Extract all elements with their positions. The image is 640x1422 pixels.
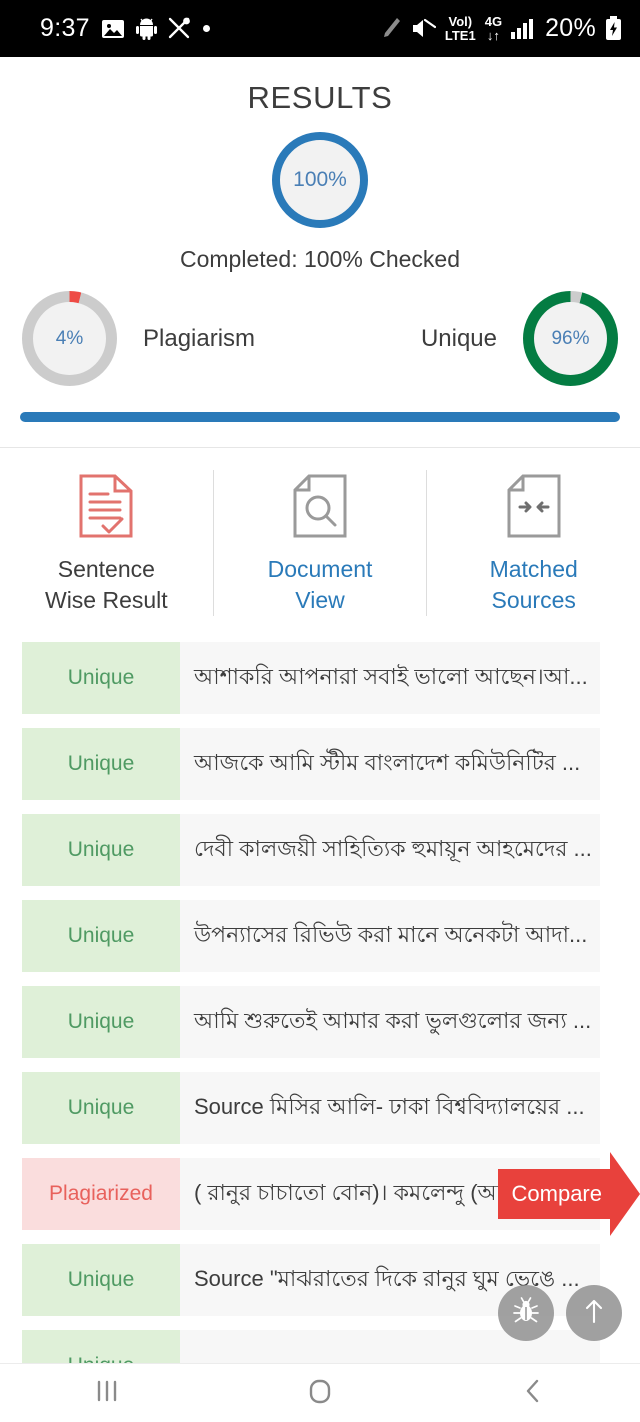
battery-percent: 20%: [545, 14, 596, 42]
battery-charging-icon: [605, 16, 622, 41]
plagiarism-label: Plagiarism: [143, 324, 256, 352]
home-button[interactable]: [213, 1377, 426, 1410]
arrow-up-icon: [581, 1297, 607, 1330]
document-arrows-icon: [507, 470, 561, 542]
volte-indicator: Vol) LTE1: [445, 15, 476, 42]
document-check-icon: [79, 470, 133, 542]
data-arrows: ↓↑: [486, 27, 500, 43]
page-title: RESULTS: [247, 80, 393, 115]
signal-bars-icon: [511, 18, 536, 40]
tab-label-line1: Document: [267, 556, 373, 582]
overall-progress-ring-wrapper: 100%: [0, 132, 640, 228]
results-content: RESULTS 100% Completed: 100% Checked 4% …: [0, 57, 640, 1363]
network-indicator: 4G ↓↑: [485, 15, 502, 42]
android-navigation-bar: [0, 1363, 640, 1422]
tab-label-line2: Sources: [491, 587, 576, 613]
status-badge: Unique: [22, 1330, 180, 1363]
back-button[interactable]: [427, 1377, 640, 1410]
table-row[interactable]: Unique Source মিসির আলি- ঢাকা বিশ্ববিদ্য…: [22, 1072, 600, 1144]
home-icon: [306, 1377, 334, 1410]
compare-button[interactable]: Compare: [497, 1152, 640, 1236]
status-bar-left: 9:37: [40, 14, 210, 43]
document-search-icon: [293, 470, 347, 542]
back-chevron-icon: [520, 1377, 546, 1410]
table-row[interactable]: Unique আশাকরি আপনারা সবাই ভালো আছেন।আ...: [22, 642, 600, 714]
unique-label: Unique: [420, 324, 497, 352]
sentence-text: আশাকরি আপনারা সবাই ভালো আছেন।আ...: [194, 663, 588, 689]
status-bar-right: Vol) LTE1 4G ↓↑ 20%: [381, 14, 622, 43]
pencil-icon: [381, 17, 401, 40]
unique-percent: 96%: [551, 327, 590, 349]
status-badge: Unique: [22, 728, 180, 800]
tab-document-view-label: Document View: [268, 554, 373, 616]
status-bar: 9:37 Vol) LTE1 4G ↓↑ 20%: [0, 0, 640, 57]
overall-progress-value: 100%: [293, 168, 347, 191]
scissors-icon: [168, 17, 192, 40]
sentence-result-list[interactable]: Unique আশাকরি আপনারা সবাই ভালো আছেন।আ...…: [0, 642, 640, 1363]
completed-status-text: Completed: 100% Checked: [180, 246, 460, 272]
progress-bar: [20, 412, 620, 422]
sentence-text: Source মিসির আলি- ঢাকা বিশ্ববিদ্যালয়ের …: [194, 1093, 585, 1119]
recents-button[interactable]: [0, 1377, 213, 1410]
mute-icon: [410, 17, 436, 40]
image-icon: [101, 18, 125, 40]
plagiarism-percent: 4%: [55, 327, 84, 349]
compare-button-label: Compare: [497, 1169, 610, 1219]
status-time: 9:37: [40, 14, 90, 42]
tab-sentence-wise-result-label: Sentence Wise Result: [45, 554, 168, 616]
tab-label-line1: Matched: [489, 556, 578, 582]
volte-line2: LTE1: [444, 27, 476, 43]
bug-icon: [511, 1296, 541, 1331]
tab-sentence-wise-result[interactable]: Sentence Wise Result: [0, 470, 213, 616]
status-badge: Unique: [22, 1072, 180, 1144]
unique-stat: Unique 96%: [421, 291, 618, 386]
status-badge: Plagiarized: [22, 1158, 180, 1230]
status-badge: Unique: [22, 814, 180, 886]
table-row[interactable]: Unique দেবী কালজয়ী সাহিত্যিক হুমায়ূন আ…: [22, 814, 600, 886]
status-badge: Unique: [22, 1244, 180, 1316]
tab-label-line2: View: [295, 587, 345, 613]
recents-icon: [94, 1377, 120, 1410]
dot-icon: [202, 25, 210, 32]
tab-document-view[interactable]: Document View: [212, 470, 427, 616]
sentence-text: আমি শুরুতেই আমার করা ভুলগুলোর জন্য ...: [194, 1007, 592, 1033]
floating-action-buttons: [498, 1285, 622, 1341]
scroll-to-top-button[interactable]: [566, 1285, 622, 1341]
status-badge: Unique: [22, 642, 180, 714]
status-badge: Unique: [22, 900, 180, 972]
unique-donut: 96%: [523, 291, 618, 386]
plagiarism-donut: 4%: [22, 291, 117, 386]
sentence-text: আজকে আমি স্টীম বাংলাদেশ কমিউনিটির ...: [194, 749, 581, 775]
sentence-text: দেবী কালজয়ী সাহিত্যিক হুমায়ূন আহমেদের …: [194, 835, 592, 861]
table-row[interactable]: Unique আজকে আমি স্টীম বাংলাদেশ কমিউনিটির…: [22, 728, 600, 800]
overall-progress-ring: 100%: [272, 132, 368, 228]
plagiarism-stat: 4% Plagiarism: [22, 291, 255, 386]
status-badge: Unique: [22, 986, 180, 1058]
android-icon: [135, 18, 157, 40]
phone-screen: 9:37 Vol) LTE1 4G ↓↑ 20% RESULTS 100% Co…: [0, 0, 640, 1422]
table-row[interactable]: Unique উপন্যাসের রিভিউ করা মানে অনেকটা আ…: [22, 900, 600, 972]
table-row[interactable]: Unique আমি শুরুতেই আমার করা ভুলগুলোর জন্…: [22, 986, 600, 1058]
table-row[interactable]: Plagiarized ( রানুর চাচাতো বোন)। কমলেন্দ…: [22, 1152, 640, 1236]
tab-matched-sources-label: Matched Sources: [490, 554, 578, 616]
tab-label-line2: Wise Result: [44, 587, 168, 613]
stats-row: 4% Plagiarism Unique 96%: [0, 291, 640, 386]
tab-matched-sources[interactable]: Matched Sources: [426, 470, 640, 616]
sentence-text: উপন্যাসের রিভিউ করা মানে অনেকটা আদা...: [194, 921, 588, 947]
view-tabs: Sentence Wise Result Document View Match…: [0, 448, 640, 628]
compare-arrow-icon: [610, 1152, 640, 1236]
tab-label-line1: Sentence: [57, 556, 155, 582]
bug-report-button[interactable]: [498, 1285, 554, 1341]
